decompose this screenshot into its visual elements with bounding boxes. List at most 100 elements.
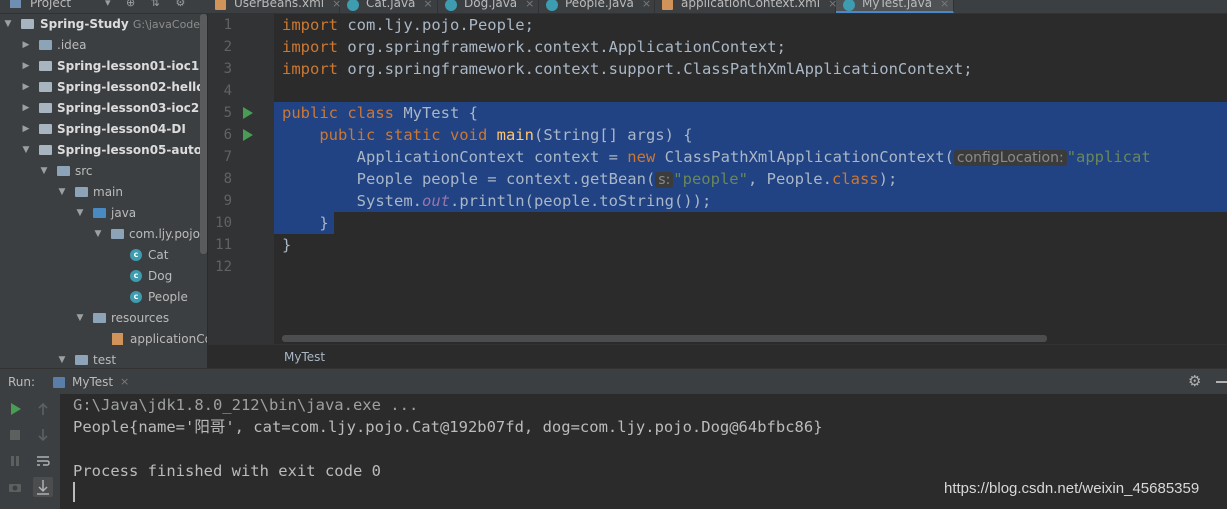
tree-item-label: resources [111,311,170,325]
tab-applicationcontext-xml[interactable]: applicationContext.xml × [655,0,837,13]
run-main-icon[interactable] [243,129,253,141]
tab-label: Cat.java [366,0,416,10]
code-line: ApplicationContext context = new ClassPa… [282,148,1151,166]
chevron-right-icon[interactable]: ▶ [21,77,31,98]
hide-icon[interactable] [1216,381,1227,383]
tree-item-label: .idea [57,38,87,52]
line-number: 1 [223,17,232,33]
class-icon [445,0,457,11]
chevron-down-icon[interactable]: ▼ [3,14,13,35]
line-number: 9 [223,193,232,209]
close-icon[interactable]: × [642,0,651,10]
source-folder-icon [93,208,106,218]
run-class-icon[interactable] [243,107,253,119]
close-icon[interactable]: × [940,0,949,10]
tree-scrollbar[interactable] [200,14,207,254]
chevron-down-icon[interactable]: ▼ [75,308,85,329]
tree-item-label: People [148,290,188,304]
tab-people-java[interactable]: People.java × [539,0,655,13]
chevron-right-icon[interactable]: ▶ [21,98,31,119]
project-tool-window-header[interactable]: Project ▾ ⊕ ⇅ ⚙ [0,0,208,12]
watermark: https://blog.csdn.net/weixin_45685359 [944,480,1200,497]
tree-item-label: Spring-Study [40,17,129,31]
pause-icon[interactable] [7,454,23,470]
xml-file-icon [662,0,673,10]
arrow-up-icon[interactable] [35,402,51,418]
chevron-down-icon[interactable]: ▼ [39,161,49,182]
tab-label: MyTest.java [862,0,933,10]
close-icon[interactable]: × [423,0,432,10]
stop-icon[interactable] [7,428,23,444]
parameter-hint: configLocation: [953,150,1067,166]
tree-item-label: Spring-lesson02-helloSp [57,80,207,94]
scroll-to-end-icon[interactable] [33,477,53,497]
soft-wrap-icon[interactable] [35,454,51,470]
code-line: public static void main(String[] args) { [282,126,693,144]
tab-label: Dog.java [464,0,518,10]
breadcrumb-item[interactable]: MyTest [284,350,325,364]
editor-gutter: 1 2 3 4 5 6 7 8 9 10 11 12 [208,14,274,344]
project-icon [10,0,21,8]
close-icon[interactable]: × [525,0,534,10]
run-config-icon [53,377,65,388]
code-line: public class MyTest { [282,104,478,122]
tab-label: applicationContext.xml [681,0,821,10]
chevron-right-icon[interactable]: ▶ [21,56,31,77]
line-number: 5 [223,105,232,121]
chevron-down-icon[interactable]: ▼ [57,350,67,368]
chevron-right-icon[interactable]: ▶ [21,35,31,56]
tab-dog-java[interactable]: Dog.java × [438,0,539,13]
folder-icon [39,40,52,50]
breadcrumb[interactable]: MyTest [208,344,1227,369]
tree-item-label: Dog [148,269,173,283]
module-folder-icon [39,103,52,113]
code-editor[interactable]: import com.ljy.pojo.People; import org.s… [274,14,1227,344]
module-folder-icon [39,145,52,155]
editor-tab-bar: Project ▾ ⊕ ⇅ ⚙ UserBeans.xml × Cat.java ×… [0,0,1227,14]
tree-item-label: Spring-lesson05-autowi [57,143,207,157]
line-number: 10 [215,215,232,231]
gear-icon[interactable]: ⚙ [1188,372,1201,390]
code-line: } [282,214,329,232]
run-toolbar [0,394,60,509]
folder-icon [75,187,88,197]
close-icon[interactable]: × [120,375,129,388]
module-folder-icon [21,19,34,29]
module-path: G:\javaCode\S [132,18,207,31]
rerun-icon[interactable] [7,402,23,418]
chevron-down-icon[interactable]: ▼ [75,203,85,224]
chevron-right-icon[interactable]: ▶ [21,119,31,140]
tree-item-label: Spring-lesson01-ioc1 [57,59,200,73]
folder-icon [57,166,70,176]
tab-label: People.java [565,0,634,10]
camera-icon[interactable] [7,480,23,496]
tree-item-label: Spring-lesson03-ioc2 [57,101,200,115]
class-icon [347,0,359,11]
folder-icon [75,355,88,365]
console-line: G:\Java\jdk1.8.0_212\bin\java.exe ... [73,396,419,414]
console-line: Process finished with exit code 0 [73,462,381,480]
run-tab-mytest[interactable]: MyTest × [41,369,141,395]
code-line: import org.springframework.context.suppo… [282,60,973,78]
class-icon: c [130,249,142,261]
parameter-hint: s: [655,172,674,188]
arrow-down-icon[interactable] [35,428,51,444]
chevron-down-icon[interactable]: ▼ [21,140,31,161]
chevron-down-icon[interactable]: ▼ [57,182,67,203]
editor-horizontal-scrollbar[interactable] [282,335,1047,342]
module-folder-icon [39,124,52,134]
line-number: 11 [215,237,232,253]
console-line: People{name='阳哥', cat=com.ljy.pojo.Cat@1… [73,418,823,436]
class-icon [546,0,558,11]
chevron-down-icon[interactable]: ▼ [93,224,103,245]
tree-item-label: src [75,164,93,178]
package-icon [111,229,124,239]
tab-userbeans-xml[interactable]: UserBeans.xml × [208,0,341,13]
project-label: Project [30,0,72,10]
tab-mytest-java[interactable]: MyTest.java × [836,0,954,13]
project-toolbar-icons[interactable]: ▾ ⊕ ⇅ ⚙ [105,0,191,9]
resources-folder-icon [93,313,106,323]
code-line: People people = context.getBean(s: "peopl… [282,170,898,188]
tab-cat-java[interactable]: Cat.java × [340,0,438,13]
line-number: 4 [223,83,232,99]
